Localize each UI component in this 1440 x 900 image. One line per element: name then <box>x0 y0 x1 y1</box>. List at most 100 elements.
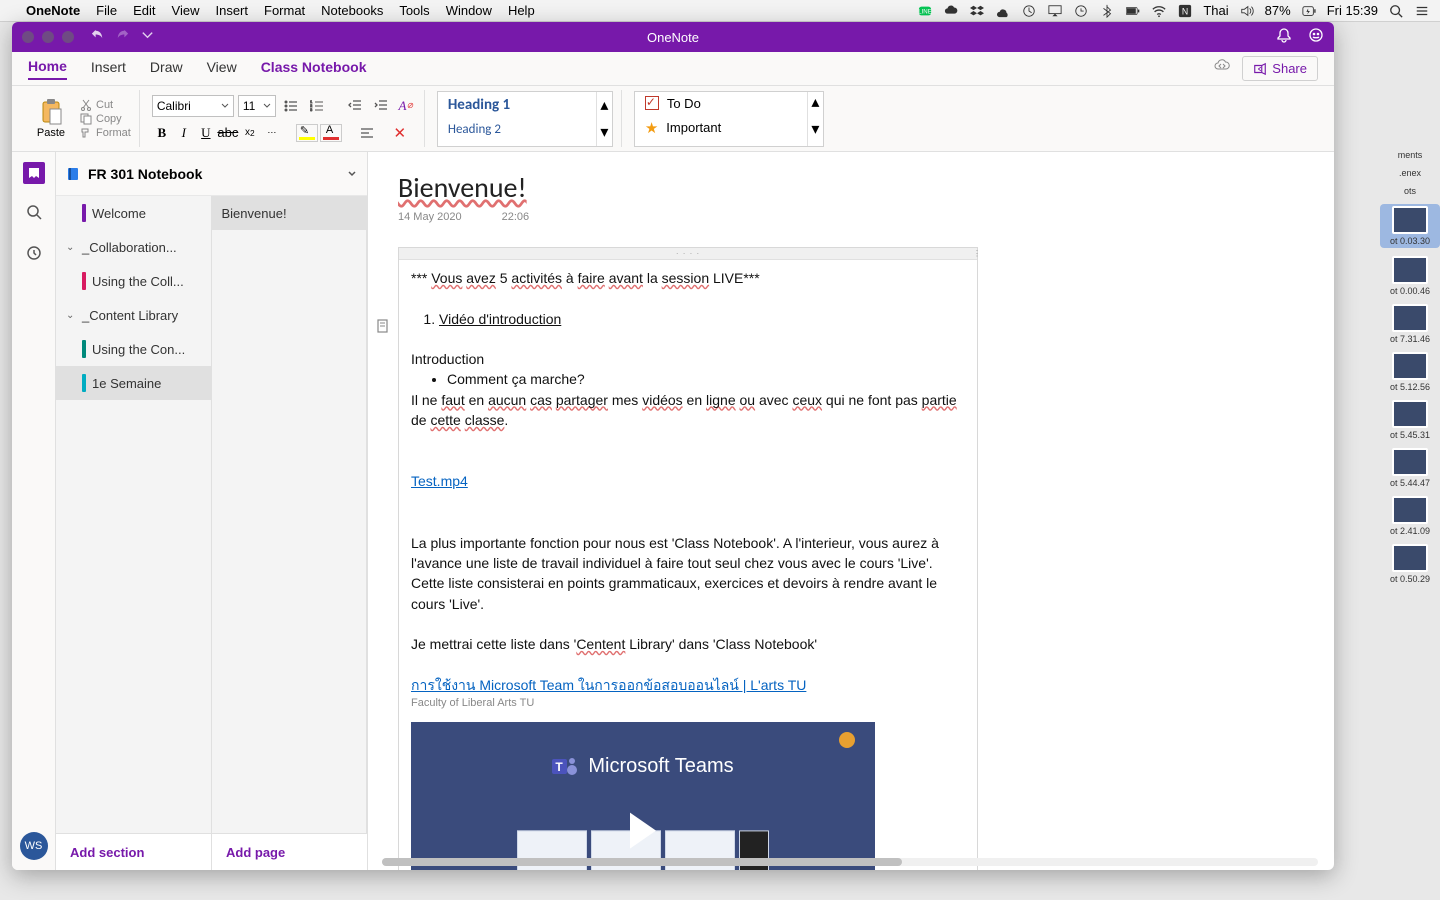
window-controls[interactable] <box>22 31 74 43</box>
spotlight-icon[interactable] <box>1388 3 1404 19</box>
gallery-down-icon[interactable]: ▾ <box>808 119 823 146</box>
app-name[interactable]: OneNote <box>26 3 80 18</box>
desktop-file[interactable]: ots <box>1380 186 1440 196</box>
page-canvas[interactable]: Bienvenue! 14 May 2020 22:06 · · · ·⋮ **… <box>368 152 1334 870</box>
desktop-file[interactable]: ot 5.12.56 <box>1380 352 1440 392</box>
redo-button[interactable] <box>115 27 130 47</box>
video-thumbnail[interactable]: T Microsoft Teams การใช้ Microsoft Team … <box>411 722 875 870</box>
style-heading2[interactable]: Heading 2 <box>438 118 612 141</box>
menu-help[interactable]: Help <box>508 3 535 18</box>
style-heading1[interactable]: Heading 1 <box>438 92 612 118</box>
undo-button[interactable] <box>90 27 105 47</box>
desktop-file[interactable]: ot 5.44.47 <box>1380 448 1440 488</box>
tag-important[interactable]: ★Important <box>635 115 823 141</box>
copy-button[interactable]: Copy <box>80 113 131 125</box>
add-section-button[interactable]: Add section <box>56 834 212 870</box>
body-text[interactable]: *** Vous avez 5 activités à faire avant … <box>411 268 965 288</box>
upload-icon[interactable] <box>995 3 1011 19</box>
recent-icon[interactable] <box>26 245 42 266</box>
bold-button[interactable]: B <box>152 123 172 143</box>
cloud-icon[interactable] <box>943 3 959 19</box>
sync-status-icon[interactable] <box>1214 58 1230 79</box>
resize-handle-icon[interactable]: ⋮ <box>973 248 981 259</box>
tags-gallery[interactable]: To Do ★Important ▴▾ <box>634 91 824 147</box>
section-1e-semaine[interactable]: 1e Semaine <box>56 366 211 400</box>
section-group-content-library[interactable]: ⌄_Content Library <box>56 298 211 332</box>
subscript-button[interactable]: x2 <box>240 123 260 143</box>
underline-button[interactable]: U <box>196 123 216 143</box>
control-center-icon[interactable] <box>1414 3 1430 19</box>
qat-customize-icon[interactable] <box>140 27 155 47</box>
body-text[interactable]: Je mettrai cette liste dans 'Centent Lib… <box>411 634 965 654</box>
tab-view[interactable]: View <box>207 59 237 79</box>
desktop-file[interactable]: ot 0.00.46 <box>1380 256 1440 296</box>
avatar[interactable]: WS <box>20 832 48 860</box>
desktop-file[interactable]: ments <box>1380 150 1440 160</box>
strike-button[interactable]: abc <box>218 123 238 143</box>
section-using-content[interactable]: Using the Con... <box>56 332 211 366</box>
gallery-up-icon[interactable]: ▴ <box>808 92 823 119</box>
container-handle[interactable]: · · · ·⋮ <box>399 248 977 260</box>
italic-button[interactable]: I <box>174 123 194 143</box>
body-text[interactable]: Il ne faut en aucun cas partager mes vid… <box>411 390 965 431</box>
delete-button[interactable]: ✕ <box>390 123 410 143</box>
font-size-select[interactable]: 11 <box>238 95 276 117</box>
desktop-file[interactable]: ot 7.31.46 <box>1380 304 1440 344</box>
bluetooth-icon[interactable] <box>1099 3 1115 19</box>
notifications-icon[interactable] <box>1276 27 1292 48</box>
desktop-file[interactable]: .enex <box>1380 168 1440 178</box>
volume-icon[interactable] <box>1239 3 1255 19</box>
wifi-icon[interactable] <box>1151 3 1167 19</box>
menu-edit[interactable]: Edit <box>133 3 155 18</box>
menu-window[interactable]: Window <box>446 3 492 18</box>
menu-format[interactable]: Format <box>264 3 305 18</box>
notion-icon[interactable]: N <box>1177 3 1193 19</box>
styles-gallery[interactable]: Heading 1 Heading 2 ▴▾ <box>437 91 613 147</box>
link-thai[interactable]: การใช้งาน Microsoft Team ในการออกข้อสอบอ… <box>411 677 806 693</box>
notebook-dropdown[interactable]: FR 301 Notebook <box>56 152 367 196</box>
bullets-button[interactable] <box>280 96 302 116</box>
sync-icon[interactable] <box>1021 3 1037 19</box>
face-icon[interactable] <box>1308 27 1324 48</box>
dropbox-icon[interactable] <box>969 3 985 19</box>
line-app-icon[interactable]: LINE <box>917 3 933 19</box>
align-button[interactable] <box>356 123 378 143</box>
body-text[interactable]: La plus importante fonction pour nous es… <box>411 533 965 614</box>
page-bienvenue[interactable]: Bienvenue! <box>212 196 367 230</box>
menu-file[interactable]: File <box>96 3 117 18</box>
tab-home[interactable]: Home <box>28 58 67 80</box>
font-color-button[interactable]: A <box>320 124 342 142</box>
format-painter-button[interactable]: Format <box>80 127 131 139</box>
airplay-icon[interactable] <box>1047 3 1063 19</box>
play-icon[interactable] <box>630 813 656 849</box>
menu-view[interactable]: View <box>172 3 200 18</box>
heading[interactable]: Introduction <box>411 349 965 369</box>
section-group-collaboration[interactable]: ⌄_Collaboration... <box>56 230 211 264</box>
page-title[interactable]: Bienvenue! <box>398 170 527 205</box>
tab-class-notebook[interactable]: Class Notebook <box>261 59 367 79</box>
scrollbar-thumb[interactable] <box>382 858 902 866</box>
tab-draw[interactable]: Draw <box>150 59 183 79</box>
numbering-button[interactable]: 123 <box>306 96 328 116</box>
cut-button[interactable]: Cut <box>80 99 131 111</box>
share-button[interactable]: Share <box>1242 56 1318 81</box>
tag-todo[interactable]: To Do <box>635 92 823 115</box>
clock[interactable]: Fri 15:39 <box>1327 3 1378 18</box>
desktop-file[interactable]: ot 2.41.09 <box>1380 496 1440 536</box>
section-using-collaboration[interactable]: Using the Coll... <box>56 264 211 298</box>
menu-tools[interactable]: Tools <box>399 3 429 18</box>
add-page-button[interactable]: Add page <box>212 834 367 870</box>
paste-button[interactable]: Paste <box>28 99 74 139</box>
highlight-button[interactable]: ✎ <box>296 124 318 142</box>
font-family-select[interactable]: Calibri <box>152 95 234 117</box>
menu-insert[interactable]: Insert <box>215 3 248 18</box>
desktop-file[interactable]: ot 0.03.30 <box>1380 204 1440 248</box>
search-icon[interactable] <box>26 204 42 225</box>
indent-button[interactable] <box>370 96 392 116</box>
bullet-item[interactable]: Comment ça marche? <box>447 369 965 389</box>
tab-insert[interactable]: Insert <box>91 59 126 79</box>
desktop-file[interactable]: ot 5.45.31 <box>1380 400 1440 440</box>
tag-marker-icon[interactable] <box>377 318 391 338</box>
link-test-mp4[interactable]: Test.mp4 <box>411 473 468 489</box>
more-font-icon[interactable]: ⋯ <box>262 123 282 143</box>
